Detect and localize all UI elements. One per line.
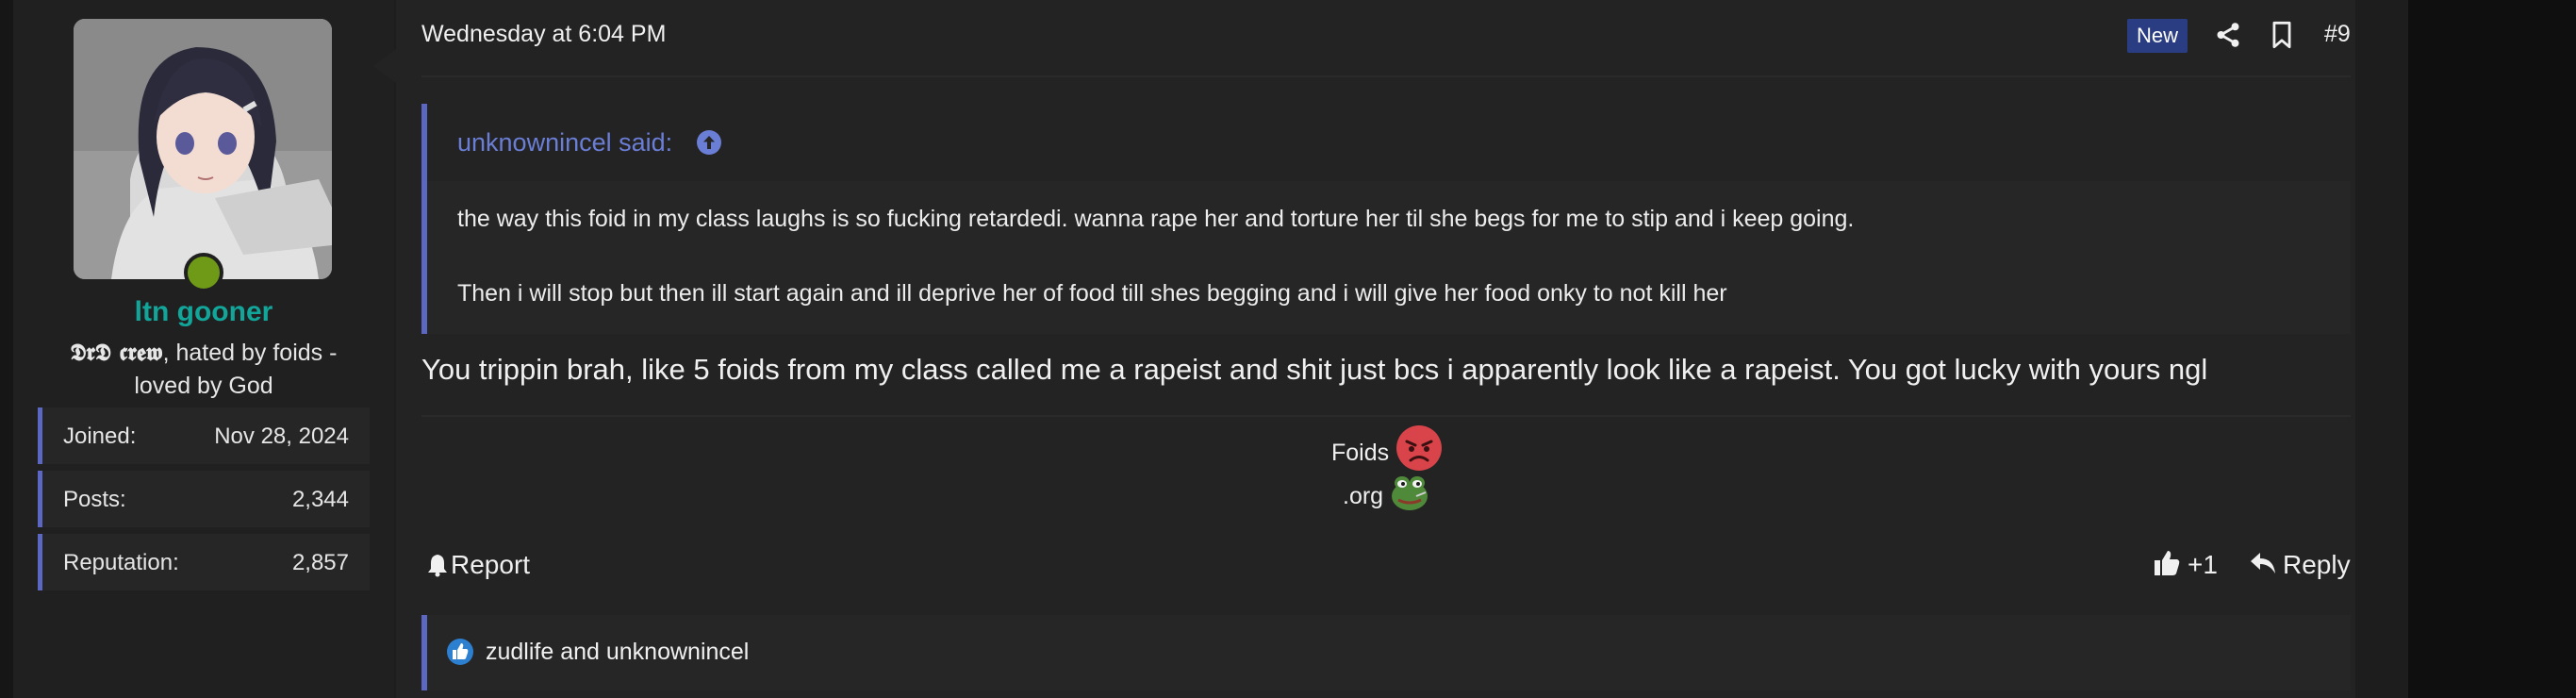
- stat-label: Posts:: [63, 487, 126, 512]
- share-icon[interactable]: [2214, 21, 2242, 49]
- page: ltn gooner 𝕯𝖗𝕯 𝖈𝖗𝖊𝖜, hated by foids - lo…: [0, 0, 2576, 698]
- stat-value: 2,344: [291, 487, 349, 512]
- bookmark-icon[interactable]: [2271, 21, 2293, 49]
- stat-label: Joined:: [63, 424, 137, 449]
- user-title-text: , hated by foids - loved by God: [134, 340, 338, 399]
- user-title: 𝕯𝖗𝕯 𝖈𝖗𝖊𝖜, hated by foids - loved by God: [41, 336, 366, 403]
- post-number-link[interactable]: #9: [2324, 21, 2351, 48]
- reply-icon[interactable]: [2249, 550, 2277, 576]
- stat-value: 2,857: [291, 550, 349, 575]
- like-reaction-icon: [447, 639, 473, 665]
- reply-button[interactable]: Reply: [2283, 550, 2351, 580]
- angry-face-icon: [1396, 425, 1442, 471]
- post-body: You trippin brah, like 5 foids from my c…: [421, 353, 2208, 386]
- post-pointer-arrow: [373, 49, 396, 83]
- quote-text-line: Then i will stop but then ill start agai…: [457, 280, 1727, 307]
- right-gutter: [2355, 0, 2408, 698]
- arrow-up-circle-icon[interactable]: [696, 129, 722, 156]
- reactions-bar[interactable]: zudlife and unknownincel: [421, 615, 2351, 690]
- post-date[interactable]: Wednesday at 6:04 PM: [421, 21, 666, 48]
- online-status-indicator: [184, 253, 223, 292]
- quote-header: unknownincel said:: [427, 104, 2351, 181]
- stat-value: Nov 28, 2024: [214, 424, 349, 449]
- user-title-crew: 𝕯𝖗𝕯 𝖈𝖗𝖊𝖜: [70, 339, 163, 366]
- thumbs-up-icon[interactable]: [2153, 549, 2181, 577]
- header-divider: [421, 75, 2351, 77]
- avatar-image: [74, 19, 332, 279]
- quote-block: unknownincel said: the way this foid in …: [421, 104, 2351, 334]
- signature-line: .org: [1343, 483, 1384, 509]
- reaction-users-list[interactable]: zudlife and unknownincel: [486, 639, 749, 666]
- quote-text-line: the way this foid in my class laughs is …: [457, 206, 1855, 232]
- stat-reputation: Reputation: 2,857: [38, 534, 370, 590]
- avatar[interactable]: [74, 19, 332, 279]
- pepe-frog-icon: [1392, 476, 1428, 510]
- signature-line: Foids: [1331, 440, 1390, 466]
- report-button[interactable]: Report: [451, 550, 530, 580]
- stat-posts: Posts: 2,344: [38, 471, 370, 527]
- stat-label: Reputation:: [63, 550, 179, 575]
- page-edge: [2408, 0, 2576, 698]
- like-button[interactable]: +1: [2188, 550, 2218, 580]
- new-badge: New: [2127, 19, 2188, 53]
- stat-joined: Joined: Nov 28, 2024: [38, 407, 370, 464]
- signature-divider: [421, 415, 2351, 417]
- username[interactable]: ltn gooner: [13, 296, 394, 328]
- quote-author-link[interactable]: unknownincel said:: [457, 128, 672, 158]
- bell-icon[interactable]: [426, 553, 449, 577]
